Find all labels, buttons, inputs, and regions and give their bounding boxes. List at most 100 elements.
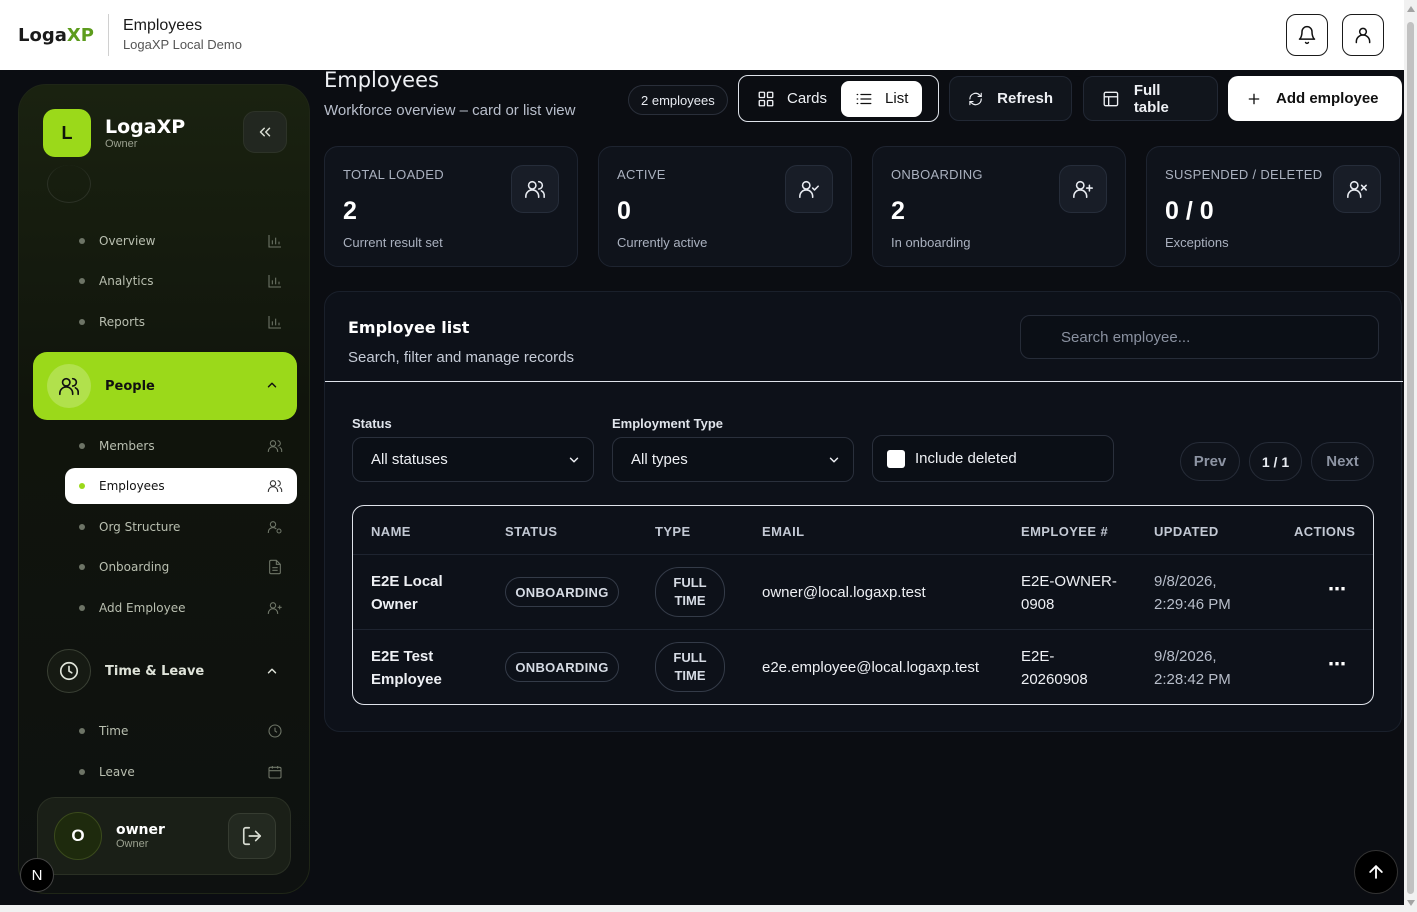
refresh-button[interactable]: Refresh bbox=[949, 76, 1072, 121]
row-actions-button[interactable]: ⋯ bbox=[1328, 579, 1347, 600]
top-header: LogaXP Employees LogaXP Local Demo bbox=[0, 0, 1404, 70]
header-divider bbox=[107, 14, 109, 56]
stat-card-total: TOTAL LOADED 2 Current result set bbox=[324, 146, 578, 267]
employee-number: E2E-OWNER- 0908 bbox=[1021, 573, 1117, 613]
scroll-to-top-button[interactable] bbox=[1354, 850, 1398, 894]
user-x-icon bbox=[1333, 165, 1381, 213]
brand-name: LogaXP bbox=[105, 116, 186, 138]
sidebar-group-people[interactable]: People bbox=[33, 352, 297, 420]
stat-card-onboarding: ONBOARDING 2 In onboarding bbox=[872, 146, 1126, 267]
view-toggle: Cards List bbox=[738, 75, 939, 122]
page-subtitle: Workforce overview – card or list view bbox=[324, 102, 576, 119]
updated-at: 9/8/2026, 2:29:46 PM bbox=[1154, 573, 1231, 613]
employment-type-select[interactable]: All types bbox=[612, 437, 854, 482]
employee-email: e2e.employee@local.logaxp.test bbox=[762, 659, 980, 676]
table-row[interactable]: E2E Test Employee ONBOARDING FULL TIME e2e… bbox=[353, 629, 1373, 704]
status-select[interactable]: All statuses bbox=[352, 437, 594, 482]
chevron-down-icon bbox=[569, 457, 579, 463]
sidebar-item-label: Leave bbox=[99, 765, 135, 779]
add-employee-label: Add employee bbox=[1276, 90, 1379, 107]
stat-card-active: ACTIVE 0 Currently active bbox=[598, 146, 852, 267]
sidebar-item-org-structure[interactable]: Org Structure bbox=[65, 509, 297, 545]
header-actions bbox=[1286, 14, 1384, 56]
status-badge: ONBOARDING bbox=[505, 652, 619, 682]
include-deleted-toggle[interactable]: Include deleted bbox=[872, 435, 1114, 482]
stat-label: TOTAL LOADED bbox=[343, 167, 444, 182]
status-filter-label: Status bbox=[352, 416, 392, 431]
stat-label: SUSPENDED / DELETED bbox=[1165, 167, 1323, 182]
sidebar-item-analytics[interactable]: Analytics bbox=[65, 263, 297, 299]
next-page-button[interactable]: Next bbox=[1311, 442, 1374, 481]
dev-tools-badge[interactable]: N bbox=[20, 858, 54, 892]
sidebar-item-leave[interactable]: Leave bbox=[65, 754, 297, 790]
user-settings-icon bbox=[267, 521, 282, 534]
table-row[interactable]: E2E Local Owner ONBOARDING FULL TIME owner… bbox=[353, 554, 1373, 629]
group-label: Time & Leave bbox=[105, 663, 205, 679]
sidebar-group-time-leave[interactable]: Time & Leave bbox=[33, 641, 297, 701]
status-badge: ONBOARDING bbox=[505, 577, 619, 607]
users-icon bbox=[511, 165, 559, 213]
sidebar-item-onboarding[interactable]: Onboarding bbox=[65, 549, 297, 585]
sidebar-item-reports[interactable]: Reports bbox=[65, 304, 297, 340]
bell-icon bbox=[1298, 25, 1316, 45]
column-header-status[interactable]: STATUS bbox=[505, 524, 557, 539]
user-name: owner bbox=[116, 822, 165, 838]
employee-name: E2E Test Employee bbox=[371, 648, 442, 688]
users-icon bbox=[267, 440, 283, 452]
stat-description: In onboarding bbox=[891, 235, 971, 250]
sidebar-item-label: Reports bbox=[99, 315, 146, 329]
scroll-up-arrow[interactable] bbox=[1407, 6, 1415, 12]
stat-description: Currently active bbox=[617, 235, 708, 250]
employee-table: NAME STATUS TYPE EMAIL EMPLOYEE # UPDATE… bbox=[352, 505, 1374, 705]
bullet-dot bbox=[79, 728, 85, 734]
list-icon bbox=[856, 93, 872, 104]
page-indicator: 1 / 1 bbox=[1249, 442, 1302, 481]
sidebar-item-add-employee[interactable]: Add Employee bbox=[65, 590, 297, 626]
page-title: Employees bbox=[324, 68, 439, 92]
chevron-down-icon bbox=[829, 457, 839, 463]
column-header-updated[interactable]: UPDATED bbox=[1154, 524, 1219, 539]
sidebar-item-members[interactable]: Members bbox=[65, 428, 297, 464]
header-title: Employees bbox=[122, 17, 203, 34]
include-deleted-label: Include deleted bbox=[915, 450, 1017, 467]
sidebar-item-employees[interactable]: Employees bbox=[65, 468, 297, 504]
sidebar-item-overview[interactable]: Overview bbox=[65, 223, 297, 259]
row-actions-button[interactable]: ⋯ bbox=[1328, 654, 1347, 675]
include-deleted-checkbox[interactable] bbox=[887, 449, 905, 468]
table-icon bbox=[1103, 91, 1119, 106]
add-employee-button[interactable]: Add employee bbox=[1228, 76, 1402, 121]
list-view-button[interactable]: List bbox=[841, 80, 923, 117]
profile-button[interactable] bbox=[1342, 14, 1384, 56]
full-table-button[interactable]: Full table bbox=[1083, 76, 1218, 121]
cards-view-button[interactable]: Cards bbox=[743, 81, 841, 117]
scroll-down-arrow[interactable] bbox=[1407, 900, 1415, 906]
sidebar-brand: L LogaXP Owner bbox=[43, 107, 287, 159]
brand-role: Owner bbox=[105, 138, 138, 150]
document-icon bbox=[269, 559, 281, 575]
sidebar-item-time[interactable]: Time bbox=[65, 713, 297, 749]
employee-email: owner@local.logaxp.test bbox=[762, 584, 926, 601]
sidebar-item-label: Onboarding bbox=[99, 560, 170, 574]
updated-at: 9/8/2026, 2:28:42 PM bbox=[1154, 648, 1231, 688]
type-select-value: All types bbox=[631, 451, 688, 468]
notifications-button[interactable] bbox=[1286, 14, 1328, 56]
column-header-employee-number[interactable]: EMPLOYEE # bbox=[1021, 524, 1108, 539]
brand-text: LogaXP Owner bbox=[105, 116, 185, 150]
page-scrollbar[interactable] bbox=[1404, 0, 1417, 912]
column-header-name[interactable]: NAME bbox=[371, 524, 411, 539]
column-header-email[interactable]: EMAIL bbox=[762, 524, 804, 539]
logout-icon bbox=[242, 826, 262, 846]
prev-page-button[interactable]: Prev bbox=[1180, 442, 1240, 481]
bar-chart-icon bbox=[268, 275, 281, 288]
logout-button[interactable] bbox=[228, 813, 276, 859]
user-text: owner Owner bbox=[116, 822, 165, 850]
scroll-thumb[interactable] bbox=[1407, 22, 1414, 894]
logo[interactable]: LogaXP bbox=[18, 25, 94, 46]
user-plus-icon bbox=[267, 602, 282, 614]
bullet-dot bbox=[79, 319, 85, 325]
collapse-sidebar-button[interactable] bbox=[243, 111, 287, 153]
column-header-type[interactable]: TYPE bbox=[655, 524, 691, 539]
search-input[interactable] bbox=[1020, 315, 1379, 359]
stat-value: 0 / 0 bbox=[1165, 197, 1214, 225]
bar-chart-icon bbox=[268, 235, 281, 248]
